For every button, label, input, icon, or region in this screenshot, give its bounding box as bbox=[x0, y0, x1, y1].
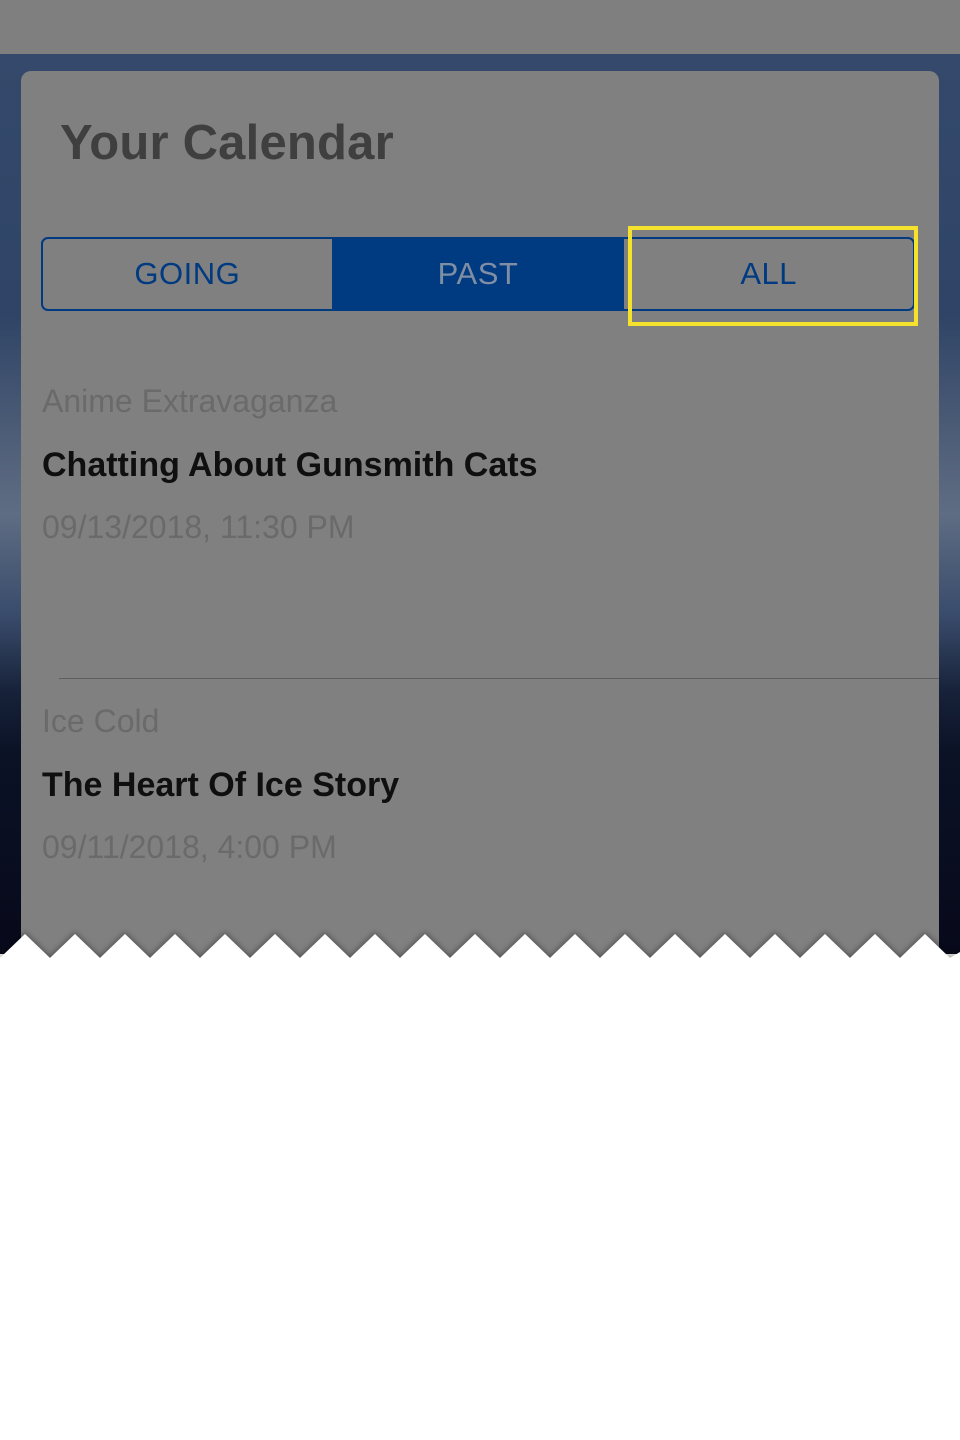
event-title: Chatting About Gunsmith Cats bbox=[42, 446, 538, 484]
event-list-item[interactable]: Anime Extravaganza Chatting About Gunsmi… bbox=[42, 381, 922, 547]
list-divider bbox=[59, 678, 939, 679]
event-datetime: 09/13/2018, 11:30 PM bbox=[42, 509, 355, 545]
event-organizer: Anime Extravaganza bbox=[42, 383, 338, 419]
torn-edge bbox=[0, 934, 960, 986]
event-list-item[interactable]: Ice Cold The Heart Of Ice Story 09/11/20… bbox=[42, 701, 922, 867]
event-organizer: Ice Cold bbox=[42, 703, 160, 739]
calendar-filter-tabs: GOING PAST ALL bbox=[41, 237, 915, 311]
event-title: The Heart Of Ice Story bbox=[42, 766, 400, 804]
event-datetime: 09/11/2018, 4:00 PM bbox=[42, 829, 337, 865]
tab-past[interactable]: PAST bbox=[331, 239, 623, 309]
tab-all[interactable]: ALL bbox=[622, 239, 913, 309]
status-bar-area bbox=[0, 0, 960, 54]
calendar-sheet: Your Calendar GOING PAST ALL Anime Extra… bbox=[21, 71, 939, 971]
page-title: Your Calendar bbox=[60, 116, 394, 170]
tab-going[interactable]: GOING bbox=[43, 239, 332, 309]
